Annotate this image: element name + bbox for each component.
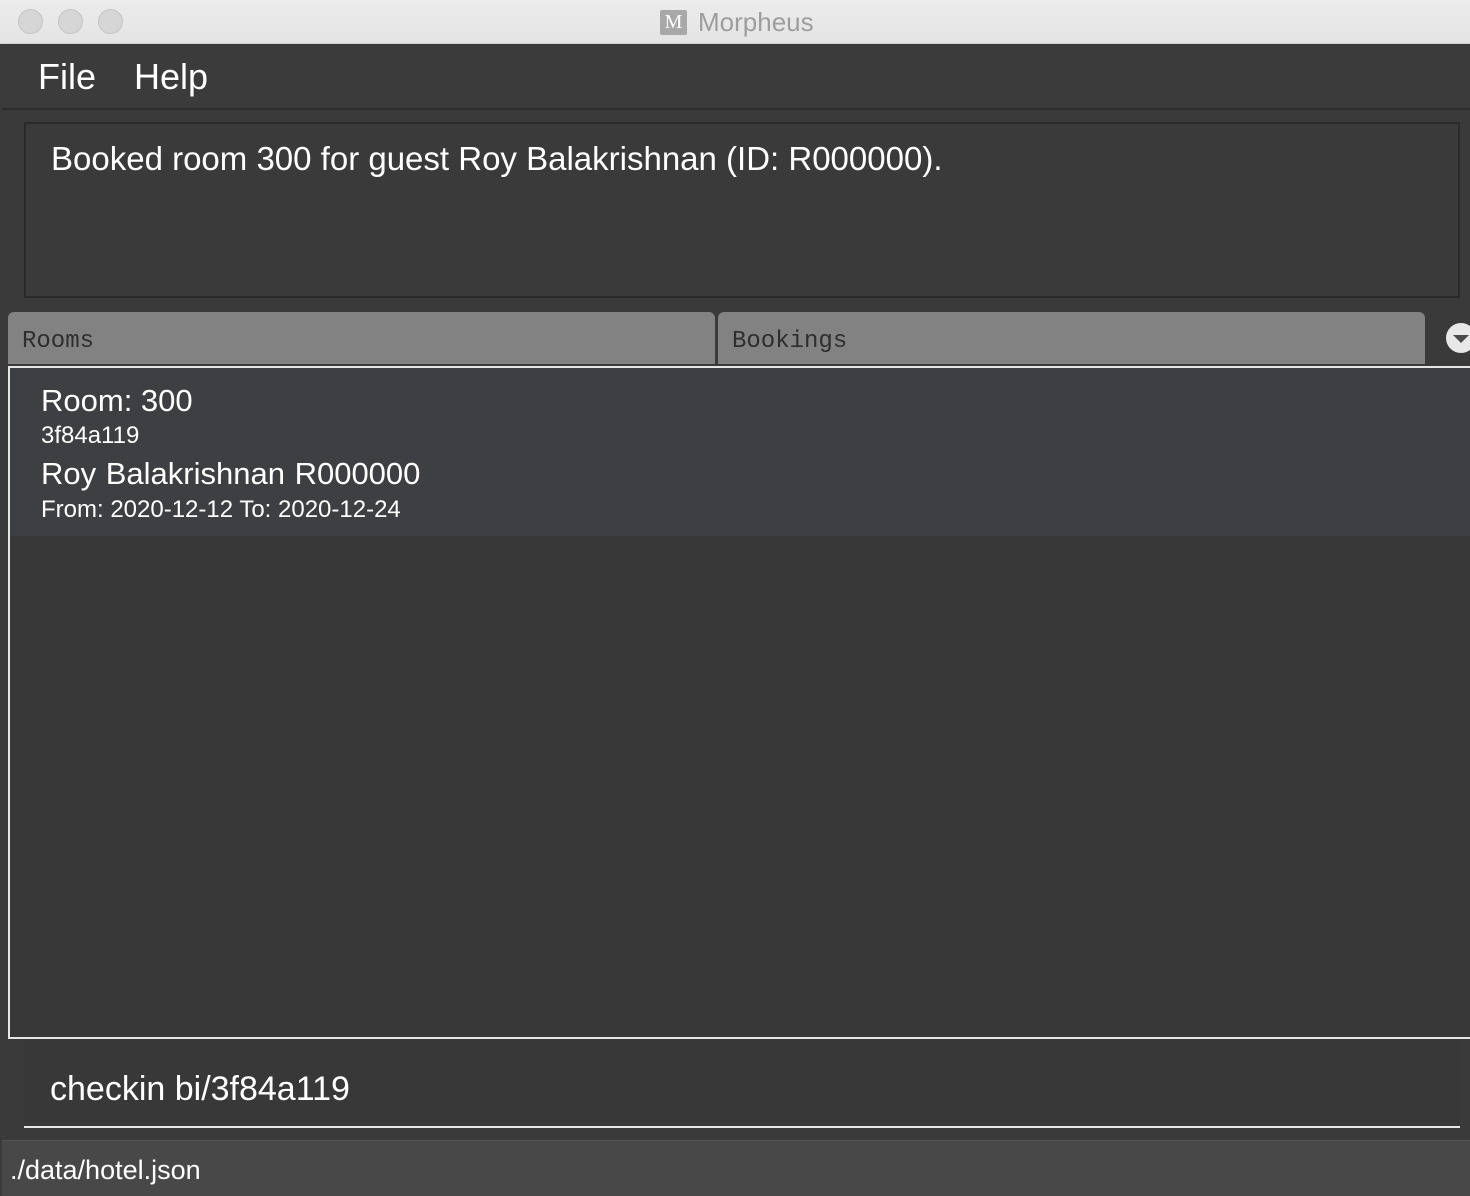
command-box[interactable]: checkin bi/3f84a119	[24, 1040, 1460, 1128]
result-display-area: Booked room 300 for guest Roy Balakrishn…	[2, 110, 1470, 310]
window-title-group: M Morpheus	[660, 6, 814, 37]
command-area: checkin bi/3f84a119	[2, 1040, 1470, 1140]
close-window-button[interactable]	[18, 9, 43, 34]
booking-card[interactable]: Room: 300 3f84a119 Roy Balakrishnan R000…	[10, 368, 1470, 536]
result-display[interactable]: Booked room 300 for guest Roy Balakrishn…	[24, 122, 1460, 298]
minimize-window-button[interactable]	[58, 9, 83, 34]
window-title: Morpheus	[698, 6, 814, 37]
booking-room: Room: 300	[41, 383, 193, 418]
command-input[interactable]: checkin bi/3f84a119	[50, 1070, 350, 1109]
booking-guest: Roy Balakrishnan R000000	[41, 456, 421, 491]
tab-rooms[interactable]: Rooms	[8, 312, 715, 364]
booking-list-panel[interactable]: Room: 300 3f84a119 Roy Balakrishnan R000…	[8, 366, 1470, 1039]
menu-file[interactable]: File	[38, 56, 96, 98]
app-logo-icon: M	[660, 9, 687, 35]
menu-help[interactable]: Help	[134, 56, 208, 98]
result-message: Booked room 300 for guest Roy Balakrishn…	[51, 140, 943, 177]
booking-dates: From: 2020-12-12 To: 2020-12-24	[41, 496, 401, 523]
tab-bookings[interactable]: Bookings	[718, 312, 1425, 364]
chevron-down-icon[interactable]	[1446, 323, 1470, 353]
tab-bar: Rooms Bookings	[0, 310, 1470, 366]
title-bar: M Morpheus	[0, 0, 1470, 44]
booking-id: 3f84a119	[41, 422, 140, 449]
menu-bar: File Help	[2, 44, 1470, 110]
save-location-path: ./data/hotel.json	[10, 1155, 201, 1185]
zoom-window-button[interactable]	[98, 9, 123, 34]
status-bar: ./data/hotel.json	[2, 1140, 1470, 1196]
